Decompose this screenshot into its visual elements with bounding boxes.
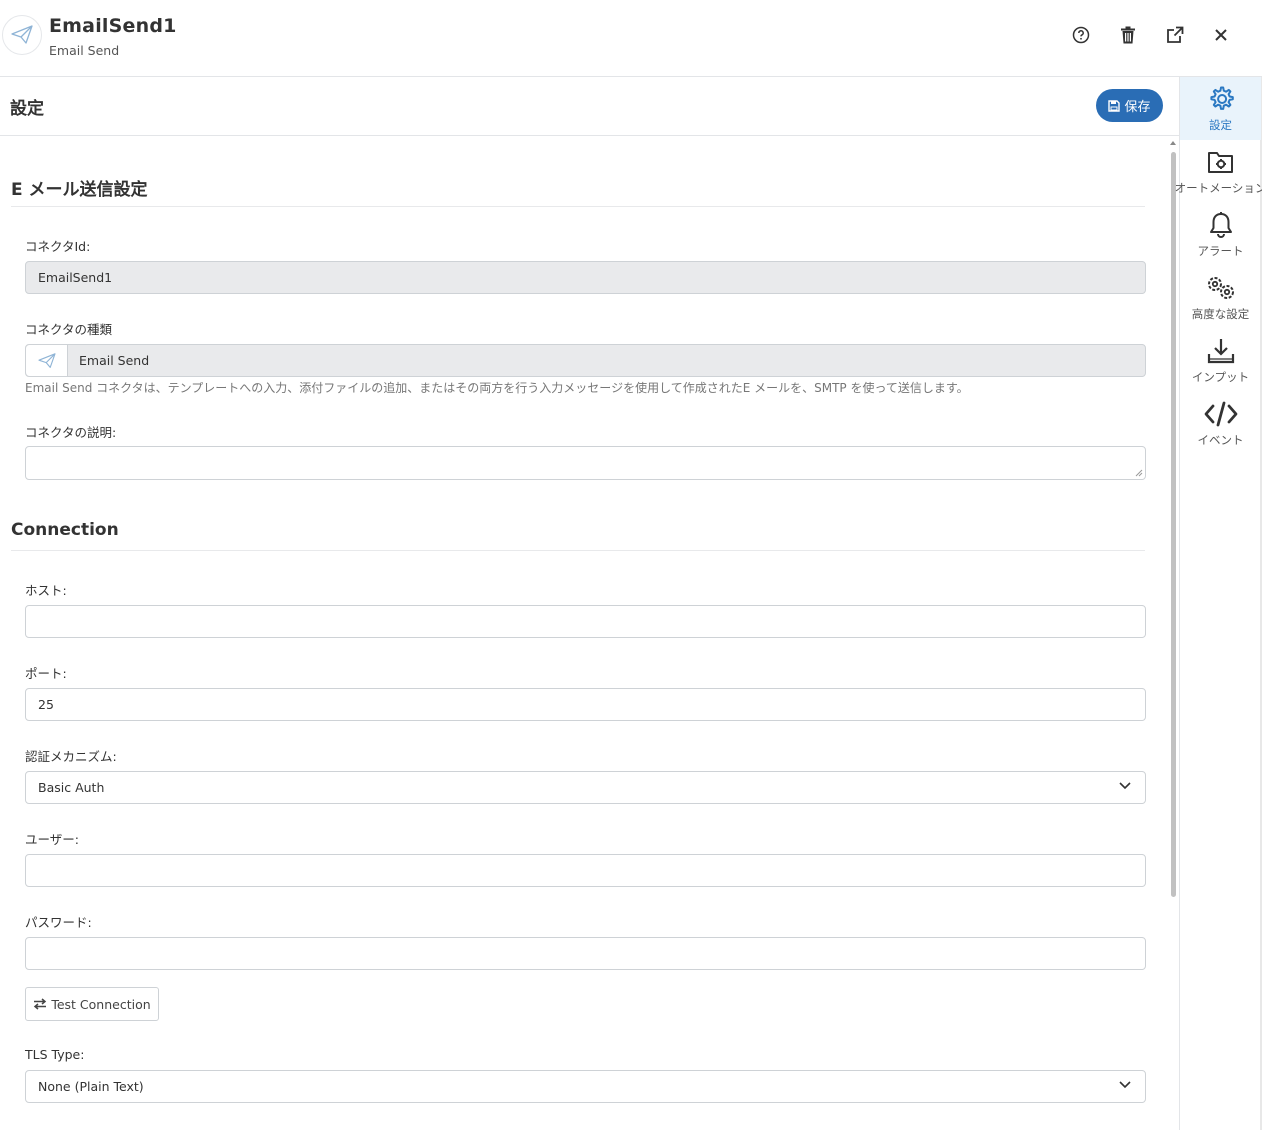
close-icon xyxy=(1215,29,1227,41)
nav-label-input: インプット xyxy=(1191,370,1250,384)
page-title: 設定 xyxy=(10,99,44,119)
section-divider xyxy=(11,206,1145,207)
save-label: 保存 xyxy=(1124,100,1151,115)
connector-type-field[interactable]: Email Send xyxy=(25,344,1146,377)
chevron-down-icon xyxy=(1119,1081,1131,1089)
connector-type-value: Email Send xyxy=(79,353,150,368)
nav-item-input[interactable]: インプット xyxy=(1180,329,1261,392)
gear-icon xyxy=(1207,83,1235,115)
connector-description-label: コネクタの説明: xyxy=(25,425,117,440)
connection-section-title: Connection xyxy=(11,520,119,540)
nav-label-events: イベント xyxy=(1197,433,1244,447)
nav-item-alerts[interactable]: アラート xyxy=(1180,203,1261,266)
nav-label-settings: 設定 xyxy=(1209,118,1232,132)
nav-label-advanced-settings: 高度な設定 xyxy=(1191,307,1250,321)
code-icon xyxy=(1204,398,1238,430)
connector-id-label: コネクタId: xyxy=(25,239,91,254)
connector-id-field[interactable]: EmailSend1 xyxy=(25,261,1146,294)
user-input[interactable] xyxy=(25,854,1146,887)
host-input[interactable] xyxy=(25,605,1146,638)
auth-mechanism-label: 認証メカニズム: xyxy=(25,749,117,764)
help-button[interactable] xyxy=(1068,22,1094,48)
window-header: EmailSend1 Email Send xyxy=(0,0,1262,77)
connector-type-description: Email Send コネクタは、テンプレートへの入力、添付ファイルの追加、また… xyxy=(25,381,969,395)
scrollbar[interactable] xyxy=(1168,137,1178,1130)
tls-type-label: TLS Type: xyxy=(25,1047,85,1062)
user-label: ユーザー: xyxy=(25,832,79,847)
resize-grip-icon[interactable] xyxy=(1135,469,1143,477)
section-divider xyxy=(11,550,1145,551)
port-value: 25 xyxy=(38,697,54,712)
test-connection-button[interactable]: Test Connection xyxy=(25,987,159,1021)
download-icon xyxy=(1207,335,1235,367)
nav-item-advanced-settings[interactable]: 高度な設定 xyxy=(1180,266,1261,329)
bell-icon xyxy=(1208,209,1234,241)
save-button[interactable]: 保存 xyxy=(1096,89,1163,122)
password-label: パスワード: xyxy=(25,915,92,930)
host-label: ホスト: xyxy=(25,583,67,598)
nav-item-events[interactable]: イベント xyxy=(1180,392,1261,455)
exchange-icon xyxy=(34,998,47,1010)
connector-description-field[interactable] xyxy=(25,446,1146,480)
connector-title: EmailSend1 xyxy=(49,15,177,37)
paper-plane-icon xyxy=(26,345,68,376)
delete-button[interactable] xyxy=(1115,22,1141,48)
open-external-button[interactable] xyxy=(1162,22,1188,48)
password-input[interactable] xyxy=(25,937,1146,970)
paper-plane-icon xyxy=(2,15,42,55)
tls-type-value: None (Plain Text) xyxy=(38,1079,144,1094)
port-input[interactable]: 25 xyxy=(25,688,1146,721)
settings-header: 設定 保存 xyxy=(0,77,1179,136)
chevron-down-icon xyxy=(1119,782,1131,790)
port-label: ポート: xyxy=(25,666,67,681)
connector-type-label: コネクタの種類 xyxy=(25,322,113,337)
connector-subtitle: Email Send xyxy=(49,43,120,58)
email-section-title: E メール送信設定 xyxy=(11,180,148,200)
right-navigation: 設定 オートメーション アラート 高度な設定 インプット イベント xyxy=(1175,77,1262,1130)
scrollbar-thumb[interactable] xyxy=(1171,152,1176,897)
scroll-up-arrow-icon[interactable] xyxy=(1170,141,1176,145)
save-icon xyxy=(1108,99,1121,112)
close-button[interactable] xyxy=(1208,22,1234,48)
connector-id-value: EmailSend1 xyxy=(38,270,113,285)
nav-label-automation: オートメーション xyxy=(1174,181,1262,195)
external-link-icon xyxy=(1167,26,1184,43)
tls-type-select[interactable]: None (Plain Text) xyxy=(25,1070,1146,1103)
question-circle-icon xyxy=(1072,26,1090,44)
trash-icon xyxy=(1121,26,1135,44)
settings-panel: 設定 保存 E メール送信設定 コネクタId: EmailSend1 コネクタの… xyxy=(0,77,1179,1130)
nav-item-settings[interactable]: 設定 xyxy=(1180,77,1261,140)
gears-icon xyxy=(1204,272,1238,304)
nav-item-automation[interactable]: オートメーション xyxy=(1175,140,1262,203)
folder-gear-icon xyxy=(1207,146,1235,178)
auth-mechanism-select[interactable]: Basic Auth xyxy=(25,771,1146,804)
test-connection-label: Test Connection xyxy=(51,996,151,1012)
nav-label-alerts: アラート xyxy=(1197,244,1244,258)
auth-mechanism-value: Basic Auth xyxy=(38,780,105,795)
